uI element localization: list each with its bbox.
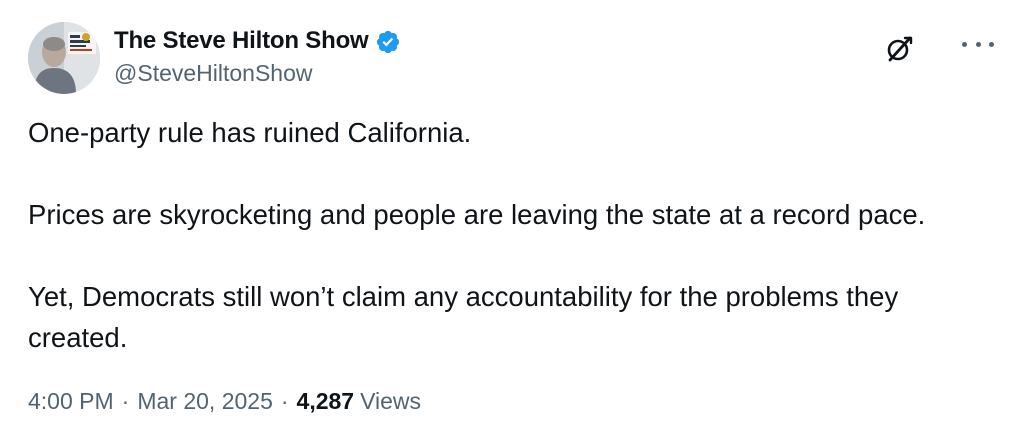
author-avatar[interactable] xyxy=(28,22,100,94)
post-time[interactable]: 4:00 PM xyxy=(28,388,114,415)
more-horizontal-icon[interactable] xyxy=(962,34,994,54)
more-dot xyxy=(975,41,981,47)
more-dot xyxy=(962,41,967,47)
grok-icon[interactable] xyxy=(884,34,914,64)
verified-badge-icon[interactable] xyxy=(375,29,401,55)
views-count: 4,287 xyxy=(296,388,355,414)
tweet-paragraph: One-party rule has ruined California. xyxy=(28,117,472,148)
meta-separator: · xyxy=(121,388,130,414)
tweet-card: The Steve Hilton Show @SteveHiltonShow O… xyxy=(0,0,1024,435)
avatar-photo-icon xyxy=(28,22,100,94)
tweet-text: One-party rule has ruined California. Pr… xyxy=(28,112,998,358)
display-name[interactable]: The Steve Hilton Show xyxy=(114,27,369,55)
tweet-paragraph: Prices are skyrocketing and people are l… xyxy=(28,199,926,230)
more-dot xyxy=(989,41,994,47)
tweet-paragraph: Yet, Democrats still won’t claim any acc… xyxy=(28,281,899,353)
author-handle[interactable]: @SteveHiltonShow xyxy=(114,60,401,87)
display-name-row: The Steve Hilton Show xyxy=(114,24,401,58)
post-date[interactable]: Mar 20, 2025 xyxy=(137,388,273,415)
tweet-meta: 4:00 PM · Mar 20, 2025 · 4,287 Views xyxy=(28,388,421,415)
author-names: The Steve Hilton Show @SteveHiltonShow xyxy=(114,24,401,87)
meta-separator: · xyxy=(280,388,289,414)
tweet-header: The Steve Hilton Show @SteveHiltonShow xyxy=(28,22,1000,94)
views-label: Views xyxy=(360,388,422,414)
